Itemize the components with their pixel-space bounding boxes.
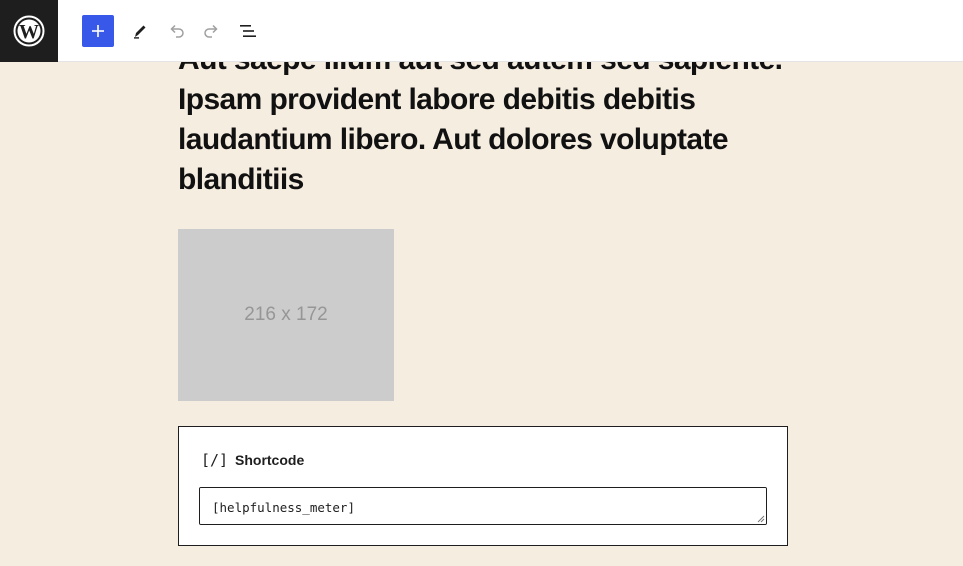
svg-text:W: W bbox=[19, 21, 39, 43]
shortcode-input[interactable]: [helpfulness_meter] bbox=[199, 487, 767, 525]
list-view-button[interactable] bbox=[232, 15, 264, 47]
undo-button[interactable] bbox=[160, 15, 192, 47]
wordpress-icon: W bbox=[13, 15, 45, 47]
redo-icon bbox=[204, 24, 218, 38]
add-block-button[interactable] bbox=[82, 15, 114, 47]
redo-button[interactable] bbox=[196, 15, 228, 47]
shortcode-block[interactable]: [/] Shortcode [helpfulness_meter] bbox=[178, 426, 788, 546]
tools-button[interactable] bbox=[124, 15, 156, 47]
undo-icon bbox=[170, 24, 184, 38]
image-block[interactable]: 216 x 172 bbox=[178, 229, 394, 401]
editor-canvas: Aut saepe illum aut sed autem sed sapien… bbox=[0, 62, 963, 566]
list-view-icon bbox=[240, 25, 256, 37]
shortcode-icon: [/] bbox=[201, 451, 229, 469]
resize-handle-icon[interactable] bbox=[757, 515, 765, 523]
shortcode-header: [/] Shortcode bbox=[201, 451, 304, 469]
pencil-icon bbox=[134, 25, 146, 39]
wordpress-logo-button[interactable]: W bbox=[0, 0, 58, 62]
shortcode-label: Shortcode bbox=[235, 452, 305, 468]
image-placeholder-label: 216 x 172 bbox=[244, 304, 328, 325]
plus-icon bbox=[92, 25, 104, 37]
editor-toolbar: W bbox=[0, 0, 963, 62]
heading-block[interactable]: Aut saepe illum aut sed autem sed sapien… bbox=[178, 62, 798, 200]
